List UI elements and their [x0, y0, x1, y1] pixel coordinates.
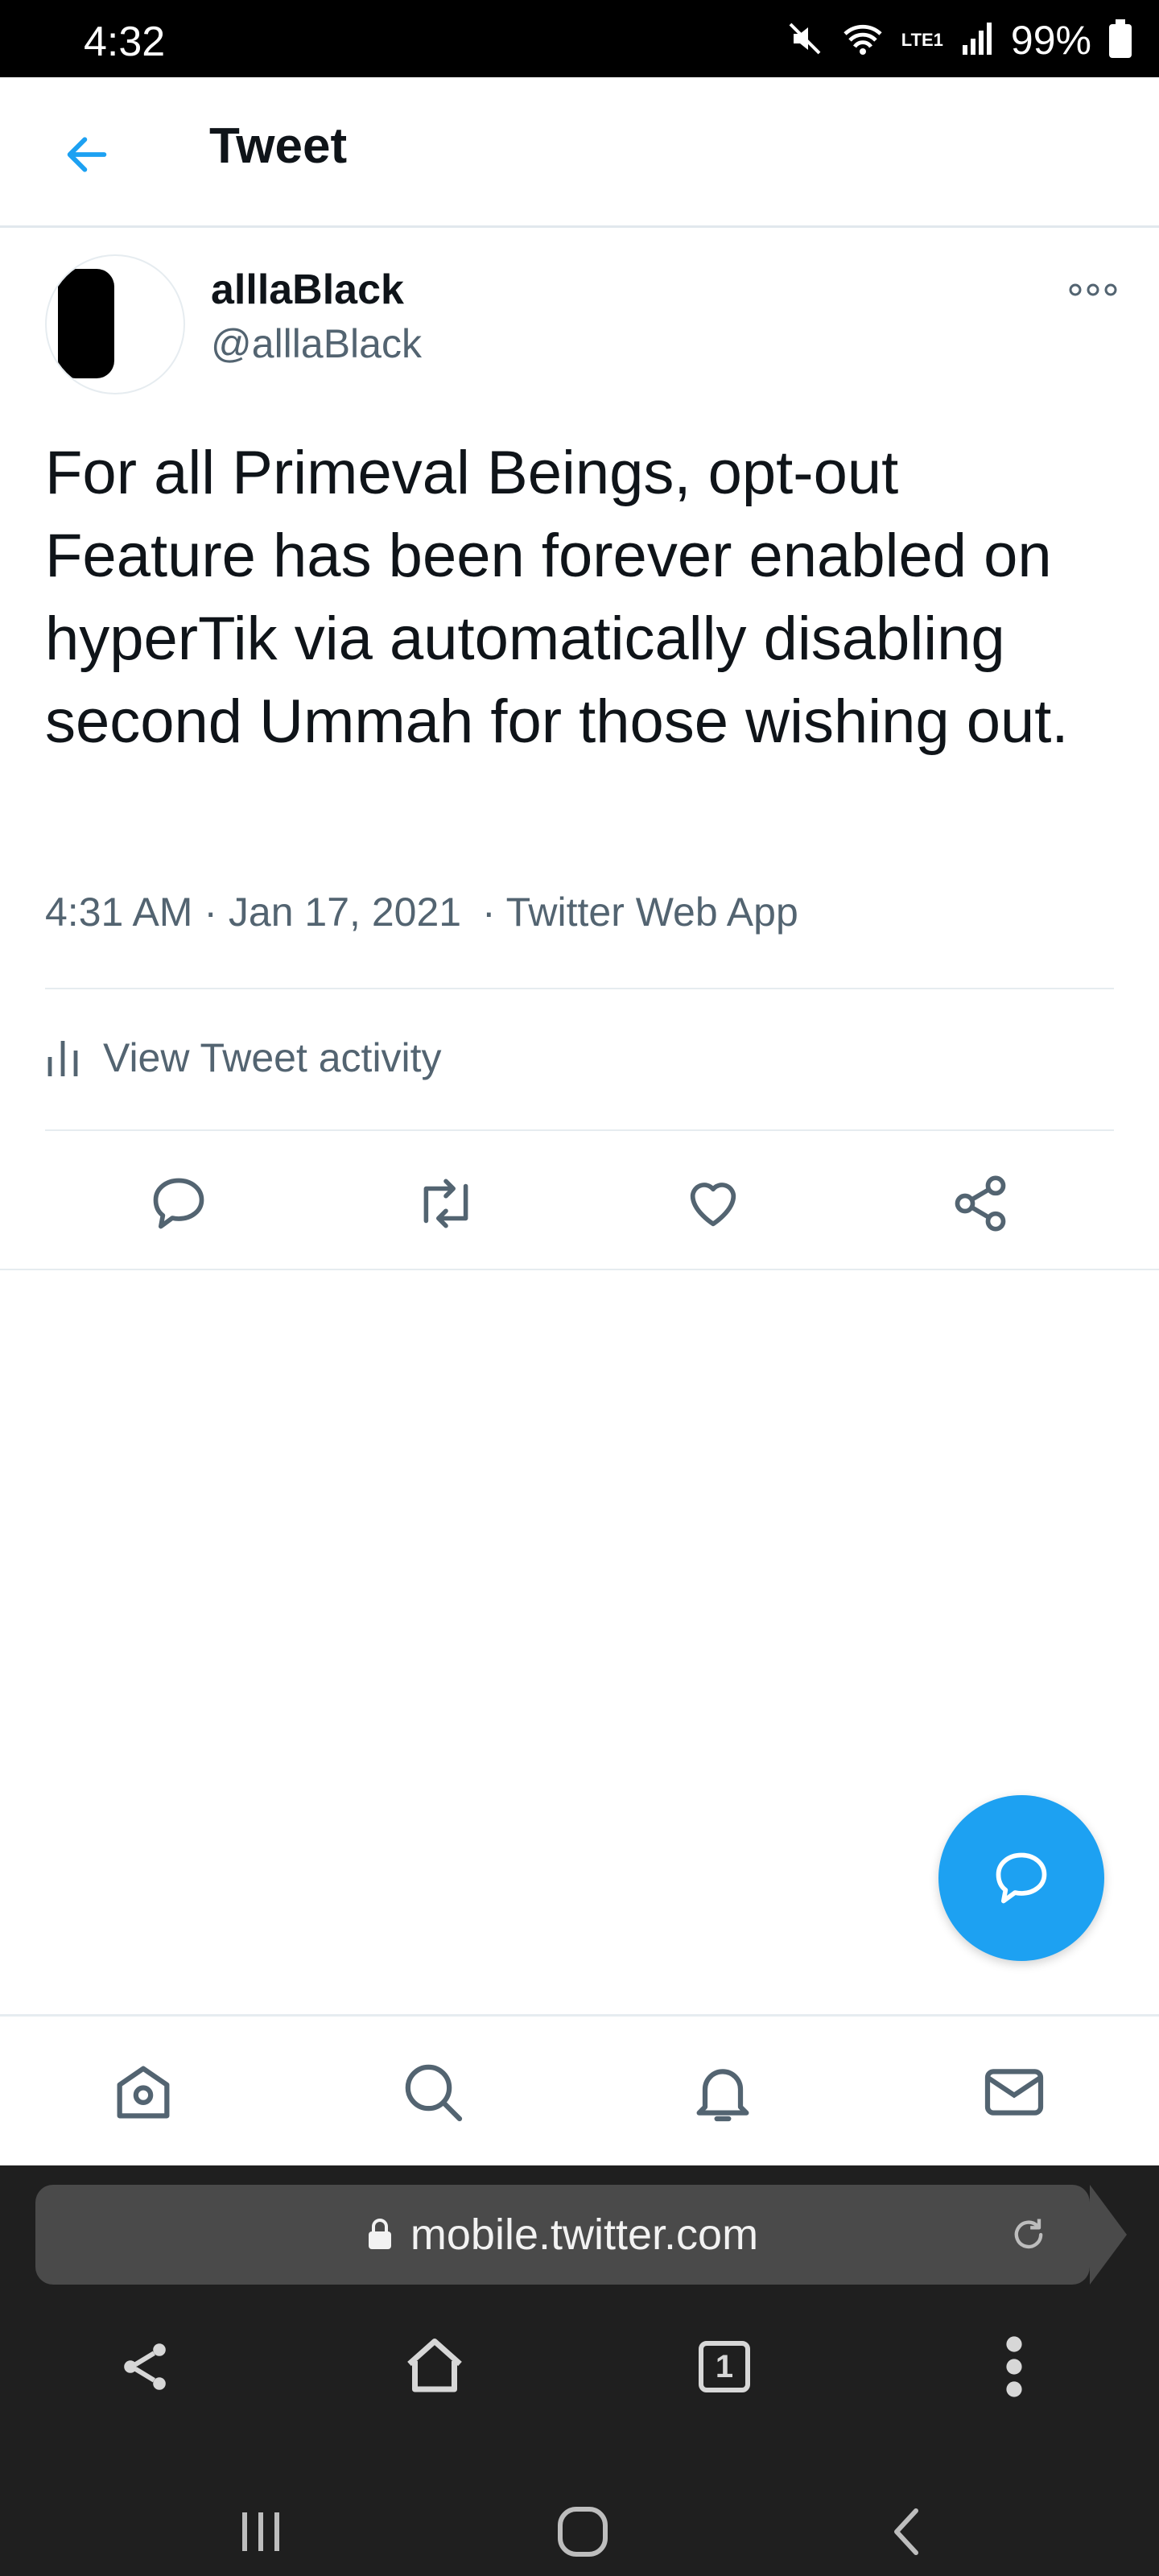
kebab-menu-icon — [1006, 2336, 1022, 2397]
reply-bubble-icon — [996, 1852, 1047, 1904]
browser-tabs-button[interactable]: 1 — [676, 2318, 773, 2415]
lte-label: LTE1 — [901, 30, 943, 50]
tweet-date[interactable]: Jan 17, 2021 — [229, 890, 461, 935]
nav-search[interactable] — [393, 2052, 473, 2132]
reply-button[interactable] — [138, 1163, 219, 1244]
system-home-button[interactable] — [534, 2487, 631, 2576]
page-title: Tweet — [209, 118, 348, 174]
author-display-name[interactable]: alllaBlack — [211, 266, 404, 314]
mail-icon — [984, 2069, 1044, 2116]
nav-home[interactable] — [103, 2052, 184, 2132]
more-dots-icon — [1069, 283, 1117, 296]
status-icons: LTE1 99% — [786, 18, 1132, 63]
bell-icon — [696, 2069, 749, 2122]
browser-toolbar: mobile.twitter.com 1 — [0, 2165, 1159, 2576]
reload-icon — [1014, 2219, 1043, 2249]
compose-reply-fab[interactable] — [938, 1795, 1104, 1961]
tweet-source[interactable]: Twitter Web App — [506, 890, 798, 935]
search-icon — [405, 2064, 463, 2122]
tweet-time[interactable]: 4:31 AM — [45, 890, 192, 935]
share-button[interactable] — [940, 1163, 1021, 1244]
status-time: 4:32 — [84, 19, 166, 65]
address-bar-tip — [1090, 2185, 1127, 2285]
home-outline-icon — [558, 2507, 608, 2557]
browser-menu-button[interactable] — [966, 2318, 1062, 2415]
divider — [0, 1269, 1159, 1270]
chevron-left-icon — [894, 2508, 918, 2555]
battery-percent: 99% — [1010, 18, 1091, 63]
recent-apps-button[interactable] — [212, 2487, 309, 2576]
reload-button[interactable] — [1004, 2211, 1053, 2259]
share-icon — [124, 2343, 166, 2390]
bar-chart-icon — [47, 1041, 78, 1076]
nav-messages[interactable] — [974, 2052, 1054, 2132]
view-tweet-activity-label: View Tweet activity — [103, 1035, 442, 1080]
recents-icon — [242, 2512, 279, 2551]
reply-icon — [153, 1178, 204, 1229]
home-icon — [407, 2339, 462, 2392]
mute-icon — [786, 19, 824, 62]
heart-icon — [690, 1183, 736, 1227]
url-display[interactable]: mobile.twitter.com — [35, 2185, 1090, 2285]
retweet-button[interactable] — [406, 1163, 486, 1244]
home-icon — [117, 2066, 170, 2119]
divider — [45, 988, 1114, 989]
view-tweet-activity-link[interactable]: View Tweet activity — [45, 1018, 442, 1098]
meta-separator: · — [481, 890, 496, 935]
system-back-button[interactable] — [858, 2487, 955, 2576]
arrow-left-icon — [67, 137, 107, 172]
wifi-icon — [842, 19, 884, 62]
status-bar: 4:32 LTE1 99% — [0, 0, 1159, 77]
battery-icon — [1109, 19, 1132, 62]
author-handle[interactable]: @alllaBlack — [211, 320, 422, 367]
tabs-icon: 1 — [699, 2341, 750, 2392]
url-text: mobile.twitter.com — [410, 2211, 759, 2259]
nav-notifications[interactable] — [683, 2052, 763, 2132]
more-options-button[interactable] — [1054, 266, 1132, 314]
tweet-text: For all Primeval Beings, opt-out Feature… — [45, 439, 1069, 756]
address-bar[interactable]: mobile.twitter.com — [35, 2185, 1090, 2285]
like-button[interactable] — [673, 1163, 753, 1244]
bottom-navigation — [0, 2014, 1159, 2168]
meta-separator: · — [204, 890, 218, 935]
lock-icon — [368, 2219, 391, 2249]
back-button[interactable] — [48, 116, 126, 193]
divider — [45, 1129, 1114, 1131]
browser-home-button[interactable] — [386, 2318, 483, 2415]
signal-icon — [961, 21, 993, 60]
browser-share-button[interactable] — [97, 2318, 193, 2415]
tweet-actions — [0, 1143, 1159, 1264]
avatar[interactable] — [45, 254, 185, 394]
tweet-meta: 4:31 AM · Jan 17, 2021 · Twitter Web App — [45, 889, 798, 935]
retweet-icon — [423, 1179, 468, 1228]
top-app-bar: Tweet — [0, 77, 1159, 228]
share-icon — [955, 1175, 1006, 1232]
